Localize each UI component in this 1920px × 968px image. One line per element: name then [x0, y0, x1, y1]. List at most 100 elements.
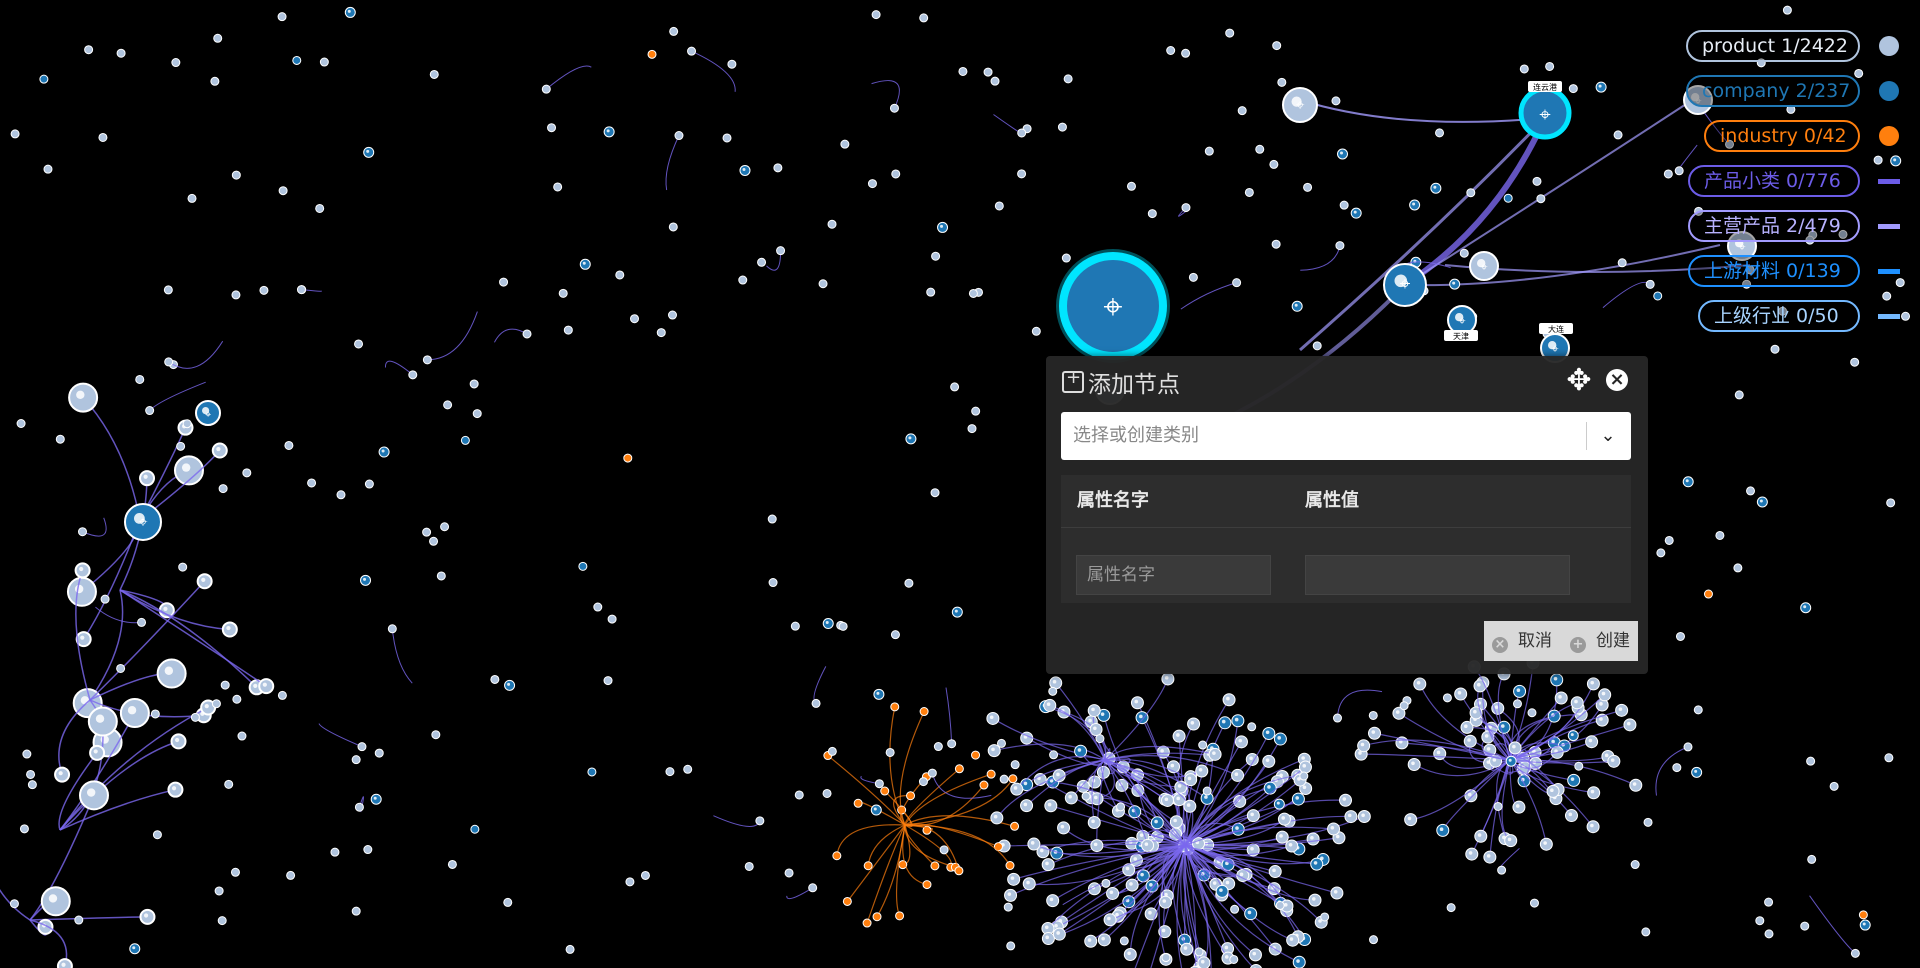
graph-node[interactable]: [163, 285, 173, 295]
graph-node[interactable]: [213, 33, 223, 43]
graph-node[interactable]: [39, 74, 49, 84]
graph-node[interactable]: [889, 103, 899, 113]
graph-node[interactable]: [1532, 176, 1542, 186]
graph-node[interactable]: [895, 911, 905, 921]
graph-node[interactable]: [277, 12, 287, 22]
graph-link[interactable]: [427, 311, 478, 361]
graph-link[interactable]: [904, 823, 999, 848]
graph-node[interactable]: [1017, 169, 1027, 179]
graph-node[interactable]: [919, 707, 929, 717]
graph-node[interactable]: [152, 830, 162, 840]
graph-node[interactable]: [954, 866, 964, 876]
graph-node[interactable]: [1101, 878, 1111, 888]
graph-node[interactable]: [827, 219, 837, 229]
graph-node[interactable]: [1459, 248, 1469, 258]
graph-node[interactable]: [768, 578, 778, 588]
graph-node[interactable]: [422, 355, 432, 365]
graph-node[interactable]: [1527, 708, 1537, 718]
graph-node[interactable]: [930, 861, 940, 871]
graph-node[interactable]: [77, 527, 87, 537]
node-label[interactable]: 天津: [1453, 331, 1469, 341]
graph-node[interactable]: [994, 201, 1004, 211]
graph-node[interactable]: [1672, 763, 1682, 773]
graph-node[interactable]: [1119, 936, 1129, 946]
graph-node[interactable]: [214, 886, 224, 896]
graph-node[interactable]: [906, 791, 916, 801]
graph-node[interactable]: [1031, 326, 1041, 336]
graph-node[interactable]: [541, 84, 551, 94]
graph-link[interactable]: [119, 589, 230, 631]
graph-node[interactable]: [1545, 61, 1555, 71]
graph-link[interactable]: [866, 824, 906, 924]
graph-node[interactable]: [853, 798, 863, 808]
cancel-button[interactable]: × 取消: [1484, 621, 1564, 661]
graph-node[interactable]: [667, 310, 677, 320]
graph-node[interactable]: [440, 522, 450, 532]
graph-link[interactable]: [813, 666, 827, 704]
graph-node[interactable]: [1003, 902, 1013, 912]
graph-node[interactable]: [822, 788, 832, 798]
graph-node[interactable]: [1095, 734, 1105, 744]
graph-node[interactable]: [460, 435, 470, 445]
graph-node[interactable]: [429, 536, 439, 546]
graph-node[interactable]: [1850, 948, 1860, 958]
graph-node[interactable]: [1008, 774, 1018, 784]
graph-node[interactable]: [1568, 84, 1578, 94]
graph-node[interactable]: [1664, 535, 1674, 545]
graph-link[interactable]: [1299, 116, 1547, 352]
graph-link[interactable]: [1180, 282, 1237, 310]
graph-node[interactable]: [738, 275, 748, 285]
attribute-name-input[interactable]: 属性名字: [1076, 555, 1271, 595]
graph-node[interactable]: [1503, 193, 1513, 203]
graph-node[interactable]: [950, 382, 960, 392]
graph-link[interactable]: [993, 114, 1023, 135]
graph-node[interactable]: [1850, 357, 1860, 367]
graph-node[interactable]: [615, 270, 625, 280]
legend-item-industry[interactable]: industry 0/42: [1704, 120, 1900, 152]
category-select[interactable]: 选择或创建类别 ⌄: [1061, 412, 1631, 460]
graph-node[interactable]: [623, 453, 633, 463]
graph-link[interactable]: [384, 360, 414, 376]
graph-node[interactable]: [630, 314, 640, 324]
graph-link[interactable]: [713, 815, 761, 827]
graph-link[interactable]: [836, 824, 906, 856]
graph-link[interactable]: [945, 687, 953, 744]
graph-node[interactable]: [74, 915, 84, 925]
graph-node[interactable]: [242, 468, 252, 478]
graph-node[interactable]: [565, 944, 575, 954]
graph-node[interactable]: [237, 731, 247, 741]
graph-node[interactable]: [1331, 96, 1341, 106]
graph-link[interactable]: [876, 824, 906, 918]
graph-node[interactable]: [171, 58, 181, 68]
graph-link[interactable]: [691, 50, 736, 92]
graph-node[interactable]: [727, 59, 737, 69]
graph-node[interactable]: [674, 131, 684, 141]
graph-node[interactable]: [100, 594, 110, 604]
graph-node[interactable]: [1901, 311, 1911, 321]
graph-node[interactable]: [1617, 258, 1627, 268]
graph-node[interactable]: [1493, 801, 1503, 811]
graph-node[interactable]: [874, 779, 884, 789]
graph-node[interactable]: [971, 750, 981, 760]
graph-node[interactable]: [891, 169, 901, 179]
graph-node[interactable]: [999, 774, 1009, 784]
graph-node[interactable]: [757, 257, 767, 267]
graph-node[interactable]: [1299, 771, 1309, 781]
graph-node[interactable]: [1574, 761, 1584, 771]
graph-node[interactable]: [968, 288, 978, 298]
graph-node[interactable]: [220, 680, 230, 690]
graph-node[interactable]: [665, 767, 675, 777]
graph-node[interactable]: [625, 877, 635, 887]
graph-node[interactable]: [1126, 181, 1136, 191]
graph-node[interactable]: [862, 918, 872, 928]
graph-link[interactable]: [59, 740, 179, 831]
graph-node[interactable]: [296, 285, 306, 295]
graph-node[interactable]: [767, 514, 777, 524]
graph-node[interactable]: [871, 10, 881, 20]
graph-node[interactable]: [231, 290, 241, 300]
graph-node[interactable]: [1368, 710, 1378, 720]
graph-node[interactable]: [986, 769, 996, 779]
graph-node[interactable]: [182, 419, 192, 429]
graph-node[interactable]: [1006, 941, 1016, 951]
graph-node[interactable]: [1442, 693, 1452, 703]
